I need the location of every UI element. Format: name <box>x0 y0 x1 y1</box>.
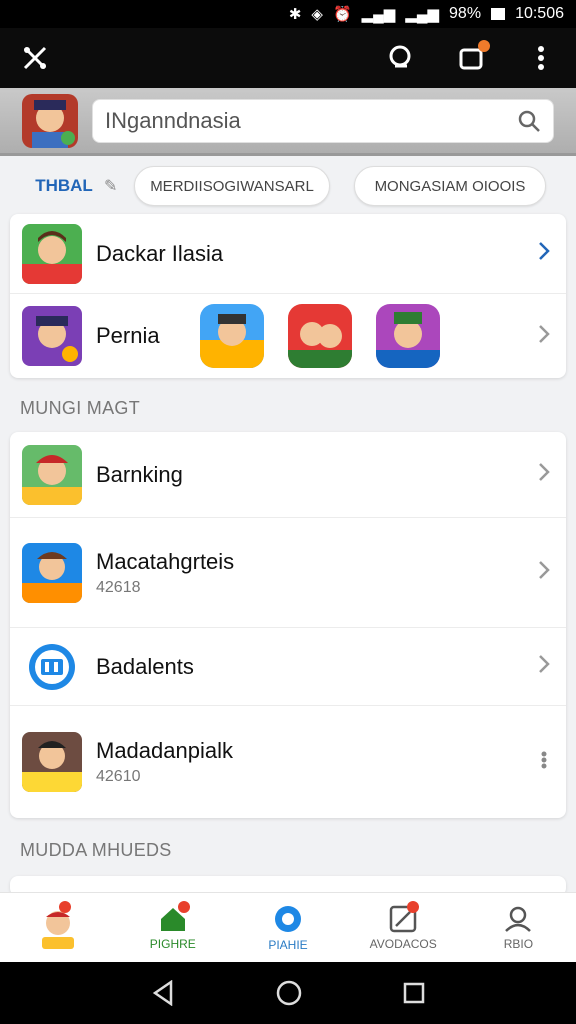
search-input-text: INganndnasia <box>105 107 241 133</box>
home-circle-icon[interactable] <box>276 980 302 1006</box>
filter-chip-1[interactable]: MERDIISOGIWANSARL <box>134 166 330 206</box>
game-icon[interactable] <box>376 304 440 368</box>
nav-home[interactable]: PIGHRE <box>115 893 230 962</box>
nav-label: RBIO <box>503 936 534 951</box>
game-thumbnail <box>22 223 82 284</box>
nav-badge <box>178 901 191 913</box>
top-card: Dackar Ilasia Pernia <box>10 214 566 378</box>
chevron-right-icon[interactable] <box>534 654 554 679</box>
battery-text: 98% <box>449 5 482 22</box>
bottom-navigation: PIGHRE PIAHIE AVODACOS RBIO <box>0 892 576 962</box>
edit-icon[interactable]: ✎ <box>104 176 124 196</box>
nav-activity[interactable]: AVODACOS <box>346 893 461 962</box>
game-thumbnail <box>22 306 82 366</box>
nav-label: AVODACOS <box>369 936 437 951</box>
game-thumbnail <box>22 444 82 505</box>
game-icon[interactable] <box>200 304 264 368</box>
signal2-icon: ▂▄▆ <box>405 6 440 23</box>
section-heading: MUDDA MHUEDS <box>20 840 172 860</box>
tab-active[interactable]: THBAL <box>14 176 114 196</box>
circle-icon <box>275 905 301 932</box>
game-icon-strip <box>200 304 440 368</box>
back-icon[interactable] <box>151 980 175 1006</box>
nav-badge <box>406 901 419 913</box>
wifi-icon: ◈ <box>311 6 323 23</box>
item-title: Barnking <box>96 461 183 487</box>
more-vert-icon[interactable] <box>526 43 556 73</box>
list-item[interactable]: Barnking <box>10 432 566 518</box>
user-icon <box>505 906 532 932</box>
nav-label: PIAHIE <box>268 937 308 952</box>
search-header: INganndnasia <box>0 88 576 156</box>
search-input[interactable]: INganndnasia <box>92 98 554 143</box>
search-icon[interactable] <box>517 109 541 133</box>
filter-row: THBAL ✎ MERDIISOGIWANSARL MONGASIAM OIOO… <box>0 160 576 212</box>
item-title: Madadanpialk <box>96 738 233 763</box>
list-item[interactable]: Dackar Ilasia <box>10 214 566 294</box>
search-icon[interactable] <box>386 43 416 73</box>
filter-chip-2[interactable]: MONGASIAM OIOOIS <box>354 166 546 206</box>
bluetooth-icon: ✱ <box>288 6 302 23</box>
chevron-right-icon[interactable] <box>534 241 554 266</box>
list-item[interactable]: Badalents <box>10 628 566 706</box>
alarm-icon: ⏰ <box>332 6 352 23</box>
nav-label: PIGHRE <box>149 936 196 951</box>
avatar <box>41 910 74 949</box>
item-title: Badalents <box>96 653 194 679</box>
game-thumbnail <box>22 732 82 792</box>
app-avatar[interactable] <box>22 93 78 148</box>
games-list-card: Barnking Macatahgrteis 42618 Badalents M… <box>10 432 566 818</box>
clock: 10:506 <box>515 5 564 22</box>
list-item[interactable]: Pernia <box>10 294 566 378</box>
system-navigation <box>0 962 576 1024</box>
nav-account[interactable]: RBIO <box>461 893 576 962</box>
signal-icon: ▂▄▆ <box>361 6 396 23</box>
status-bar: ✱ ◈ ⏰ ▂▄▆ ▂▄▆ 98% 10:506 <box>0 0 576 28</box>
item-subtitle: 42610 <box>96 768 141 785</box>
app-icon <box>22 637 82 697</box>
recents-icon[interactable] <box>403 982 425 1004</box>
list-item[interactable]: Macatahgrteis 42618 <box>10 518 566 628</box>
notification-badge <box>478 40 490 52</box>
game-icon[interactable] <box>288 304 352 368</box>
list-item[interactable]: Madadanpialk 42610 <box>10 706 566 818</box>
app-toolbar <box>0 28 576 88</box>
item-subtitle: 42618 <box>96 578 141 596</box>
item-title: Dackar Ilasia <box>96 240 224 266</box>
tools-icon[interactable] <box>20 43 50 73</box>
game-thumbnail <box>22 542 82 603</box>
item-title: Pernia <box>96 323 160 348</box>
more-vert-icon[interactable] <box>534 749 554 776</box>
chevron-right-icon[interactable] <box>534 560 554 585</box>
nav-profile[interactable] <box>0 893 115 962</box>
chevron-right-icon[interactable] <box>534 462 554 487</box>
chevron-right-icon[interactable] <box>534 324 554 349</box>
section-heading: MUNGI MAGT <box>20 398 140 418</box>
notification-icon[interactable] <box>456 40 490 73</box>
nav-play[interactable]: PIAHIE <box>230 893 345 962</box>
battery-icon <box>491 8 506 20</box>
item-title: Macatahgrteis <box>96 548 235 574</box>
